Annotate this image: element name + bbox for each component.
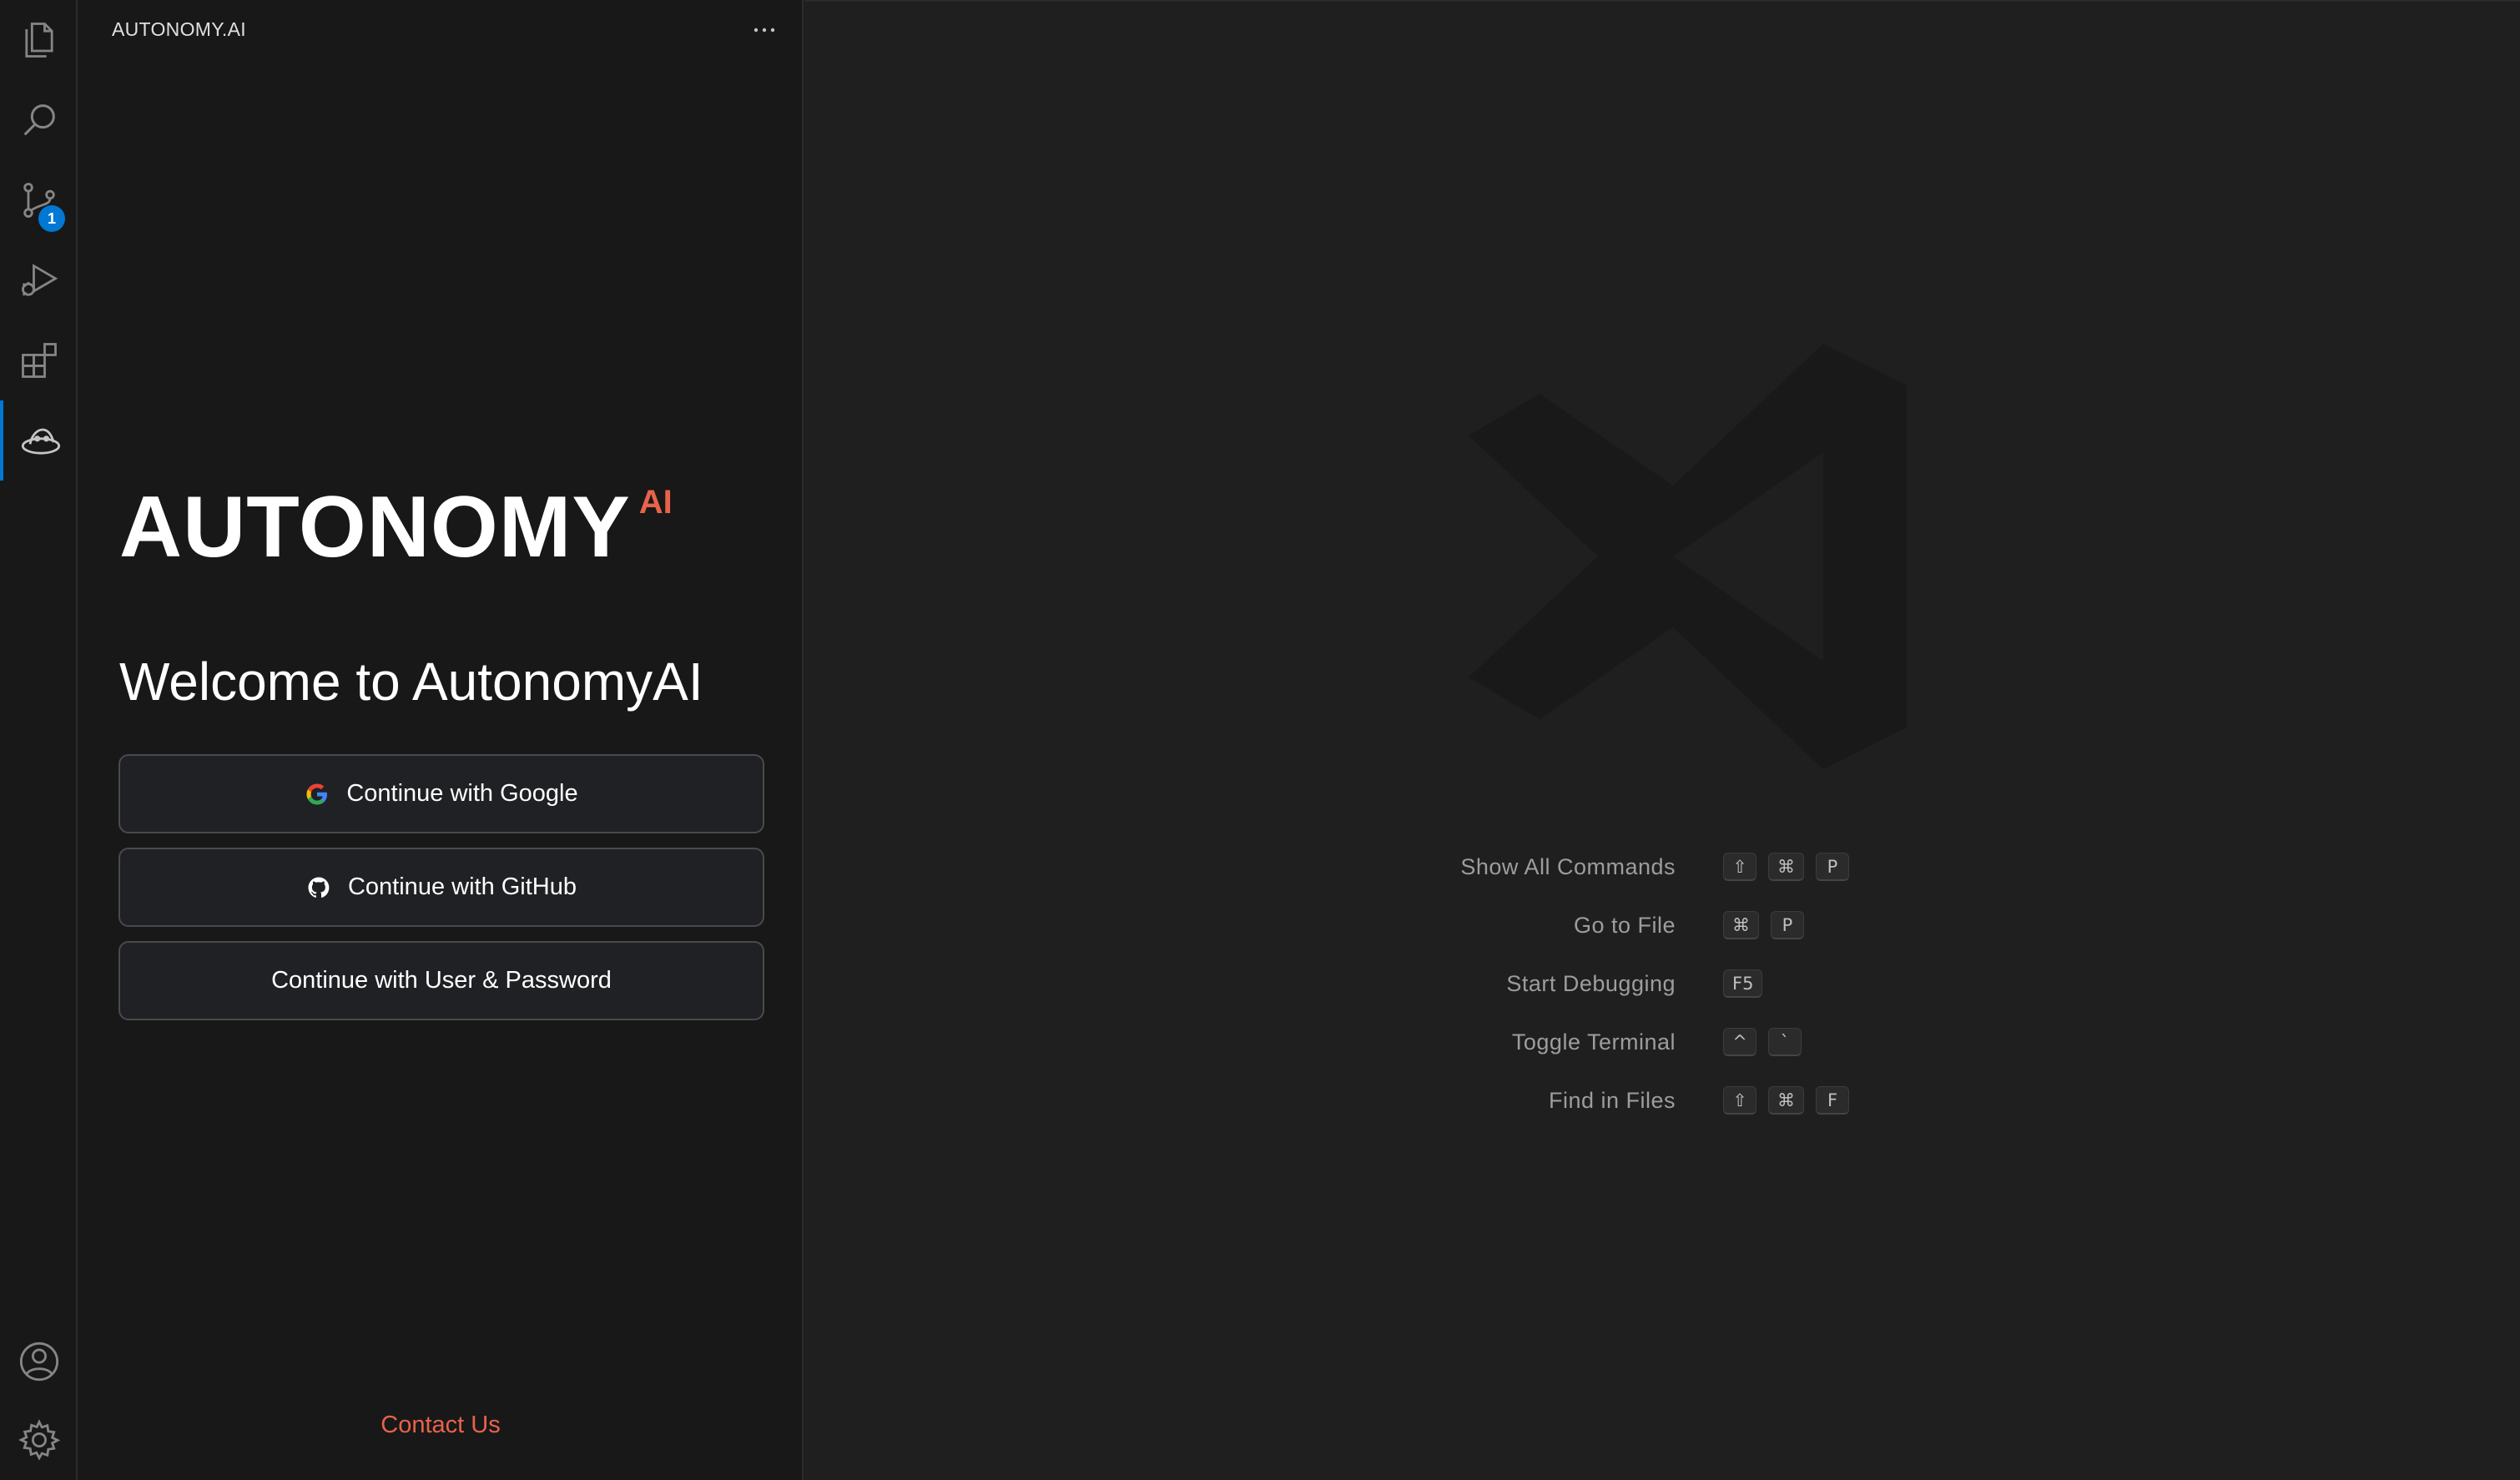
activity-source-control[interactable]: 1 bbox=[0, 160, 78, 240]
shortcut-row[interactable]: Show All Commands ⇧ ⌘ P bbox=[805, 851, 2520, 884]
account-icon bbox=[19, 1342, 58, 1382]
activity-autonomy[interactable] bbox=[0, 400, 78, 481]
continue-google-label: Continue with Google bbox=[346, 780, 578, 807]
shortcut-label: Show All Commands bbox=[1460, 854, 1676, 879]
activity-account[interactable] bbox=[0, 1321, 78, 1402]
key-cap: ⌘ bbox=[1768, 853, 1804, 881]
source-control-badge: 1 bbox=[38, 205, 65, 232]
welcome-heading: Welcome to AutonomyAI bbox=[119, 652, 703, 712]
shortcut-row[interactable]: Start Debugging F5 bbox=[805, 968, 2520, 1001]
continue-google-button[interactable]: Continue with Google bbox=[118, 754, 764, 833]
activity-search[interactable] bbox=[0, 80, 78, 160]
activity-bar: 1 bbox=[0, 0, 78, 1480]
key-cap: F5 bbox=[1723, 969, 1763, 998]
sidebar-autonomy: AUTONOMY.AI AUTONOMY AI Welcome to Auton… bbox=[78, 0, 804, 1480]
extensions-icon bbox=[21, 343, 57, 378]
activity-run-debug[interactable] bbox=[0, 240, 78, 320]
continue-github-button[interactable]: Continue with GitHub bbox=[118, 848, 764, 927]
key-cap: ⌘ bbox=[1768, 1086, 1804, 1115]
gear-icon bbox=[18, 1419, 60, 1461]
sidebar-title: AUTONOMY.AI bbox=[112, 18, 246, 40]
shortcut-label: Go to File bbox=[1573, 913, 1676, 938]
brand-logo-text: AUTONOMY bbox=[119, 479, 631, 576]
shortcut-keys: ^ ` bbox=[1723, 1028, 1802, 1056]
shortcut-keys: ⇧ ⌘ P bbox=[1723, 853, 1849, 881]
run-debug-icon bbox=[21, 264, 58, 296]
shortcut-keys: ⇧ ⌘ F bbox=[1723, 1086, 1849, 1115]
key-cap: P bbox=[1771, 911, 1804, 939]
shortcut-label: Find in Files bbox=[1548, 1088, 1676, 1113]
shortcut-keys: ⌘ P bbox=[1723, 911, 1804, 939]
key-cap: ⇧ bbox=[1723, 853, 1756, 881]
editor-empty-state: Show All Commands ⇧ ⌘ P Go to File ⌘ P S… bbox=[805, 0, 2520, 1480]
brand-logo: AUTONOMY AI bbox=[119, 484, 673, 571]
shortcut-row[interactable]: Toggle Terminal ^ ` bbox=[805, 1026, 2520, 1060]
key-cap: ^ bbox=[1723, 1028, 1756, 1056]
shortcut-label: Start Debugging bbox=[1506, 971, 1676, 996]
brand-logo-sup: AI bbox=[638, 484, 673, 521]
google-icon bbox=[306, 783, 328, 804]
activity-extensions[interactable] bbox=[0, 320, 78, 400]
shortcut-keys: F5 bbox=[1723, 969, 1763, 998]
continue-password-button[interactable]: Continue with User & Password bbox=[118, 941, 764, 1020]
more-actions-button[interactable] bbox=[751, 18, 778, 42]
key-cap: ⇧ bbox=[1723, 1086, 1756, 1115]
autonomy-icon bbox=[21, 428, 60, 455]
continue-password-label: Continue with User & Password bbox=[271, 967, 612, 994]
key-cap: F bbox=[1816, 1086, 1849, 1115]
shortcut-label: Toggle Terminal bbox=[1511, 1029, 1676, 1055]
shortcut-row[interactable]: Go to File ⌘ P bbox=[805, 909, 2520, 943]
vscode-logo-icon bbox=[1469, 344, 1907, 769]
contact-us-link[interactable]: Contact Us bbox=[78, 1412, 804, 1439]
activity-manage[interactable] bbox=[0, 1400, 78, 1480]
github-icon bbox=[308, 877, 330, 898]
files-icon bbox=[24, 23, 53, 58]
continue-github-label: Continue with GitHub bbox=[347, 873, 577, 900]
key-cap: ` bbox=[1768, 1028, 1802, 1056]
ellipsis-icon bbox=[753, 28, 775, 33]
activity-files[interactable] bbox=[0, 0, 78, 80]
search-icon bbox=[23, 104, 55, 136]
key-cap: P bbox=[1816, 853, 1849, 881]
shortcut-row[interactable]: Find in Files ⇧ ⌘ F bbox=[805, 1085, 2520, 1118]
key-cap: ⌘ bbox=[1723, 911, 1759, 939]
